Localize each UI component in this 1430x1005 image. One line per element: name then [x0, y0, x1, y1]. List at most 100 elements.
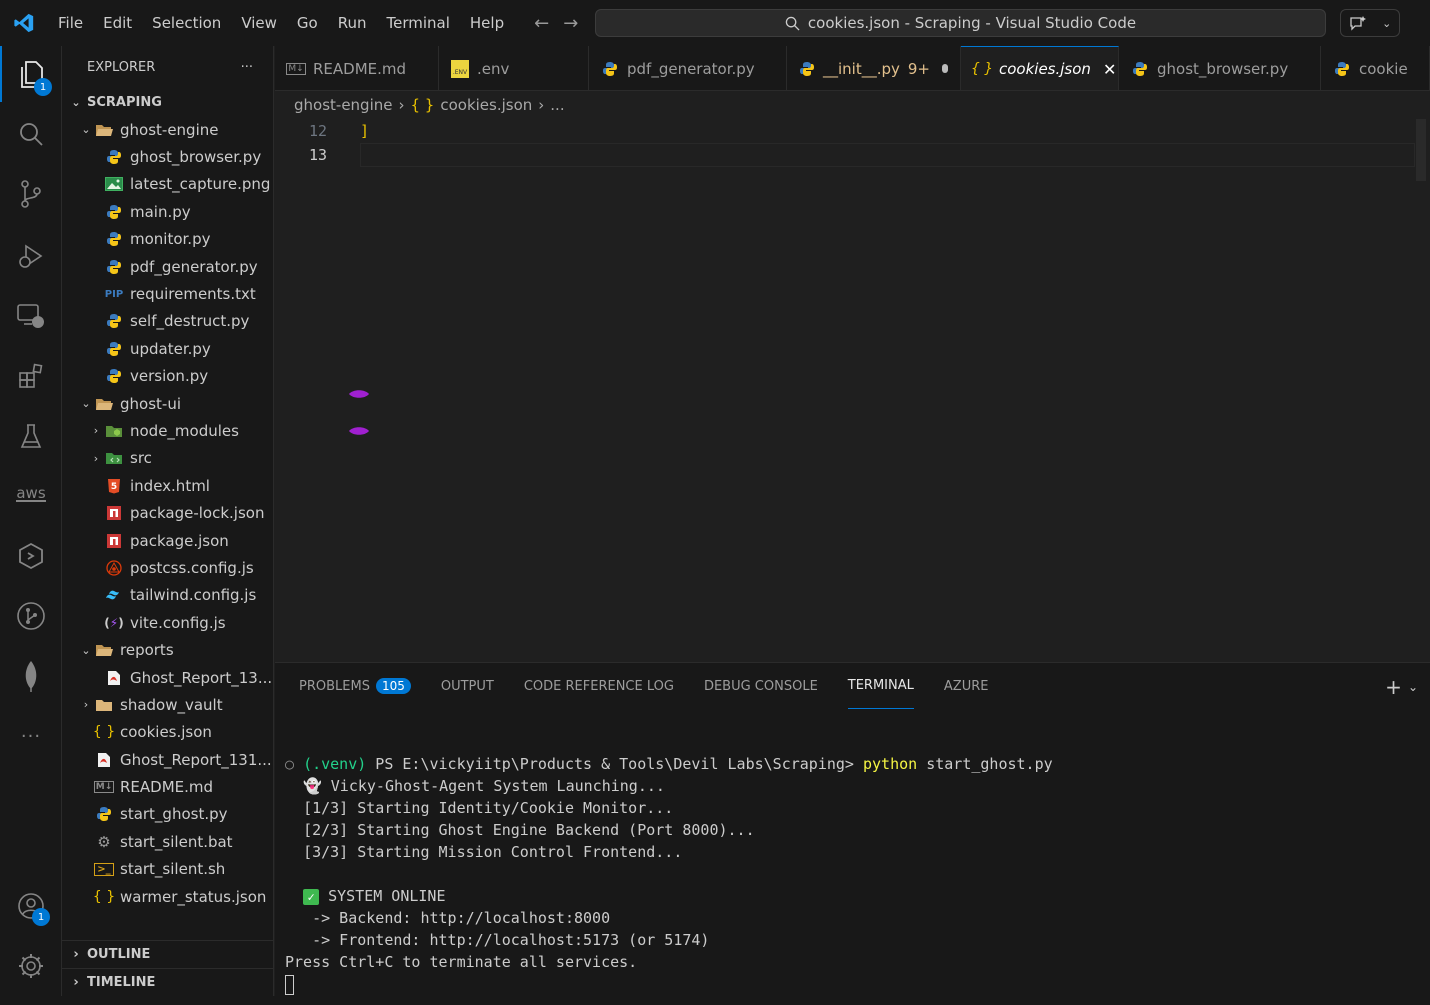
tab-problems[interactable]: PROBLEMS 105 — [299, 663, 411, 709]
svg-text:.ENV: .ENV — [453, 69, 468, 76]
tree-item[interactable]: › src — [62, 445, 273, 472]
kubernetes-activity[interactable] — [0, 528, 62, 584]
tab-label: cookie — [1359, 59, 1408, 78]
tree-item[interactable]: main.py — [62, 198, 273, 225]
tab-debug-console[interactable]: DEBUG CONSOLE — [704, 663, 818, 709]
git-graph-activity[interactable] — [0, 588, 62, 644]
tree-item[interactable]: (⚡) vite.config.js — [62, 609, 273, 636]
tree-item[interactable]: self_destruct.py — [62, 308, 273, 335]
tree-item[interactable]: >_ start_silent.sh — [62, 856, 273, 883]
tree-item[interactable]: ⌄ reports — [62, 636, 273, 663]
menu-view[interactable]: View — [231, 0, 287, 46]
tree-item[interactable]: M↓ README.md — [62, 773, 273, 800]
tree-item[interactable]: › node_modules — [62, 417, 273, 444]
tree-item[interactable]: updater.py — [62, 335, 273, 362]
editor-tab[interactable]: pdf_generator.py — [589, 46, 787, 90]
chevron-down-icon[interactable]: ⌄ — [1408, 680, 1418, 694]
title-bar: File Edit Selection View Go Run Terminal… — [0, 0, 1430, 46]
tree-item[interactable]: start_ghost.py — [62, 801, 273, 828]
aws-activity[interactable]: aws — [0, 466, 62, 522]
menu-edit[interactable]: Edit — [93, 0, 142, 46]
menu-terminal[interactable]: Terminal — [377, 0, 460, 46]
more-activity[interactable]: ··· — [0, 708, 62, 764]
tree-item[interactable]: monitor.py — [62, 226, 273, 253]
tab-terminal[interactable]: TERMINAL — [847, 663, 914, 709]
pip-icon: PIP — [104, 288, 124, 300]
editor-tab[interactable]: cookie — [1321, 46, 1430, 90]
menu-selection[interactable]: Selection — [142, 0, 231, 46]
tree-item[interactable]: package.json — [62, 527, 273, 554]
breadcrumb-file[interactable]: cookies.json — [440, 96, 532, 114]
tree-item[interactable]: version.py — [62, 363, 273, 390]
tab-azure[interactable]: AZURE — [944, 663, 989, 709]
tab-label: OUTPUT — [440, 678, 494, 694]
code-editor[interactable]: 12 ] 13 — [275, 119, 1430, 662]
testing-activity[interactable] — [0, 408, 62, 464]
breadcrumb-folder[interactable]: ghost-engine — [294, 96, 392, 114]
code-text: ] — [360, 122, 370, 140]
back-arrow-icon[interactable]: ← — [534, 13, 549, 34]
tree-item[interactable]: Ghost_Report_131... — [62, 746, 273, 773]
editor-tab[interactable]: M↓ README.md — [275, 46, 439, 90]
tree-item[interactable]: ⌄ ghost-engine — [62, 116, 273, 143]
manage-activity[interactable] — [0, 938, 62, 994]
tree-item[interactable]: postcss.config.js — [62, 554, 273, 581]
unsaved-dot-icon[interactable] — [942, 64, 948, 73]
tab-label: cookies.json — [999, 60, 1091, 78]
timeline-section[interactable]: › TIMELINE — [62, 968, 274, 996]
tree-item[interactable]: 5 index.html — [62, 472, 273, 499]
tree-item[interactable]: tailwind.config.js — [62, 582, 273, 609]
copilot-button[interactable]: ⌄ — [1340, 9, 1400, 37]
editor-tab[interactable]: __init__.py 9+ — [787, 46, 961, 90]
menu-run[interactable]: Run — [328, 0, 377, 46]
tree-item[interactable]: { } cookies.json — [62, 719, 273, 746]
tab-label: .env — [477, 59, 510, 78]
tree-item[interactable]: ghost_browser.py — [62, 143, 273, 170]
tab-output[interactable]: OUTPUT — [441, 663, 494, 709]
menu-file[interactable]: File — [48, 0, 93, 46]
terminal-output[interactable]: ○ (.venv) PS E:\vickyiitp\Products & Too… — [285, 753, 1053, 995]
workspace-section[interactable]: ⌄ SCRAPING — [62, 88, 273, 116]
terminal-line: [3/3] Starting Mission Control Frontend.… — [303, 843, 683, 861]
json-icon: { } — [92, 888, 116, 905]
accounts-activity[interactable]: 1 — [0, 878, 62, 934]
terminal-line: Press Ctrl+C to terminate all services. — [285, 953, 638, 971]
new-terminal-plus-icon[interactable]: + — [1385, 675, 1402, 699]
tree-item[interactable]: ⚙ start_silent.bat — [62, 828, 273, 855]
tree-item[interactable]: › shadow_vault — [62, 691, 273, 718]
editor-tab[interactable]: .ENV .env — [439, 46, 589, 90]
source-control-activity[interactable] — [0, 166, 62, 222]
remote-explorer-activity[interactable] — [0, 288, 62, 344]
python-icon — [104, 258, 124, 276]
close-icon[interactable]: ✕ — [1103, 60, 1116, 79]
editor-tab[interactable]: { } cookies.json ✕ — [961, 46, 1119, 90]
forward-arrow-icon[interactable]: → — [563, 13, 578, 34]
editor-scrollbar[interactable] — [1416, 119, 1426, 181]
command-center-search[interactable]: cookies.json - Scraping - Visual Studio … — [595, 9, 1326, 37]
tree-item[interactable]: { } warmer_status.json — [62, 883, 273, 910]
html-icon: 5 — [104, 477, 124, 495]
tree-item[interactable]: pdf_generator.py — [62, 253, 273, 280]
terminal-prompt: PS E:\vickyiitp\Products & Tools\Devil L… — [366, 755, 863, 773]
explorer-activity[interactable]: 1 — [0, 46, 62, 102]
more-actions-icon[interactable]: ··· — [241, 60, 253, 75]
vscode-logo-icon[interactable] — [0, 0, 48, 46]
tab-code-reference-log[interactable]: CODE REFERENCE LOG — [524, 663, 674, 709]
breadcrumb-symbol[interactable]: ... — [550, 96, 564, 114]
tree-item[interactable]: PIP requirements.txt — [62, 280, 273, 307]
line-number: 12 — [308, 122, 327, 140]
markdown-icon: M↓ — [93, 781, 115, 794]
tree-item[interactable]: package-lock.json — [62, 499, 273, 526]
outline-section[interactable]: › OUTLINE — [62, 940, 274, 968]
tree-item[interactable]: latest_capture.png — [62, 171, 273, 198]
menu-help[interactable]: Help — [460, 0, 514, 46]
terminal-line: [2/3] Starting Ghost Engine Backend (Por… — [303, 821, 755, 839]
editor-tab[interactable]: ghost_browser.py — [1119, 46, 1321, 90]
mongodb-activity[interactable] — [0, 648, 62, 704]
tree-item[interactable]: ⌄ ghost-ui — [62, 390, 273, 417]
search-activity[interactable] — [0, 106, 62, 162]
run-debug-activity[interactable] — [0, 228, 62, 284]
menu-go[interactable]: Go — [287, 0, 328, 46]
extensions-activity[interactable] — [0, 348, 62, 404]
tree-item[interactable]: Ghost_Report_13... — [62, 664, 273, 691]
